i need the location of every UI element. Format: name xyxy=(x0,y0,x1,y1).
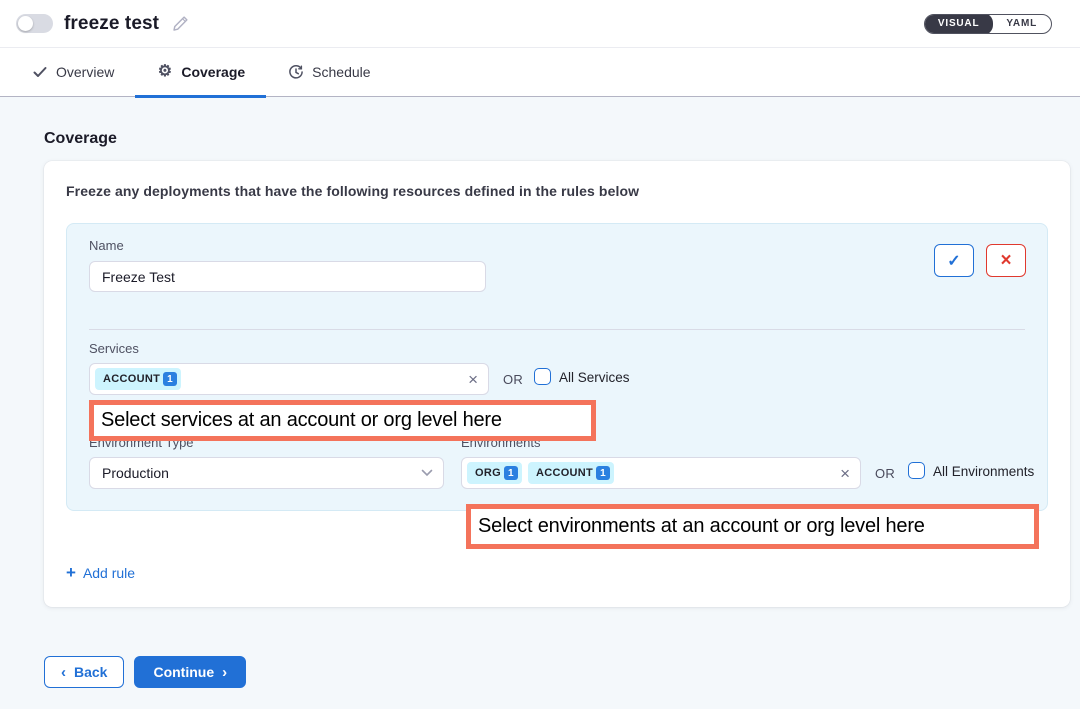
all-environments-checkbox[interactable] xyxy=(908,462,925,479)
content-area: Coverage Freeze any deployments that hav… xyxy=(0,97,1080,688)
environments-annotation: Select environments at an account or org… xyxy=(466,504,1039,549)
or-label: OR xyxy=(503,372,523,387)
env-tag-org: ORG 1 xyxy=(467,462,522,484)
env-tag-account-count-badge: 1 xyxy=(596,466,610,480)
all-services-label[interactable]: All Services xyxy=(559,370,630,385)
freeze-enable-toggle[interactable] xyxy=(16,14,53,33)
services-label: Services xyxy=(89,341,139,356)
tab-overview-label: Overview xyxy=(56,64,114,80)
env-tag-org-count-badge: 1 xyxy=(504,466,518,480)
tab-schedule[interactable]: Schedule xyxy=(266,48,391,97)
clear-services-icon[interactable]: × xyxy=(468,371,478,388)
or-label: OR xyxy=(875,466,895,481)
yaml-toggle-button[interactable]: YAML xyxy=(992,14,1051,34)
env-tag-account-text: ACCOUNT xyxy=(536,467,593,479)
gear-icon: ⚙ xyxy=(156,64,173,81)
rule-card: Name ✓ × Services ACCOUNT 1 × OR xyxy=(66,223,1048,511)
add-rule-label: Add rule xyxy=(83,565,135,581)
rule-name-input[interactable] xyxy=(90,269,485,285)
tab-bar: Overview ⚙ Coverage Schedule xyxy=(0,48,1080,97)
card-description: Freeze any deployments that have the fol… xyxy=(66,183,1048,199)
view-mode-toggle: VISUAL YAML xyxy=(924,14,1052,34)
schedule-clock-icon xyxy=(287,64,304,81)
service-tag-text: ACCOUNT xyxy=(103,373,160,385)
section-heading: Coverage xyxy=(44,130,1080,148)
delete-rule-button[interactable]: × xyxy=(986,244,1026,277)
env-tag-org-text: ORG xyxy=(475,467,501,479)
tab-coverage[interactable]: ⚙ Coverage xyxy=(135,48,266,97)
environment-type-value: Production xyxy=(90,465,181,481)
all-services-checkbox[interactable] xyxy=(534,368,551,385)
visual-toggle-button[interactable]: VISUAL xyxy=(924,14,993,34)
environment-type-select[interactable]: Production xyxy=(89,457,444,489)
continue-button[interactable]: Continue › xyxy=(134,656,246,688)
confirm-rule-button[interactable]: ✓ xyxy=(934,244,974,277)
edit-title-button[interactable] xyxy=(171,14,190,33)
rule-divider xyxy=(89,329,1025,330)
chevron-left-icon: ‹ xyxy=(61,665,66,680)
services-input[interactable]: ACCOUNT 1 × xyxy=(89,363,489,395)
back-button-label: Back xyxy=(74,664,107,680)
header: freeze test VISUAL YAML xyxy=(0,0,1080,48)
chevron-right-icon: › xyxy=(222,665,227,680)
clear-environments-icon[interactable]: × xyxy=(840,465,850,482)
service-tag-count-badge: 1 xyxy=(163,372,177,386)
close-icon: × xyxy=(1000,250,1011,272)
add-rule-button[interactable]: + Add rule xyxy=(66,564,135,581)
pencil-icon xyxy=(171,14,190,33)
tab-coverage-label: Coverage xyxy=(181,64,245,80)
page-title: freeze test xyxy=(64,13,159,35)
footer-actions: ‹ Back Continue › xyxy=(44,656,1080,688)
rule-name-field xyxy=(89,261,486,292)
service-tag-account: ACCOUNT 1 xyxy=(95,368,181,390)
env-tag-account: ACCOUNT 1 xyxy=(528,462,614,484)
check-icon xyxy=(31,64,48,81)
back-button[interactable]: ‹ Back xyxy=(44,656,124,688)
coverage-card: Freeze any deployments that have the fol… xyxy=(44,161,1070,607)
services-annotation: Select services at an account or org lev… xyxy=(89,400,596,441)
tab-overview[interactable]: Overview xyxy=(10,48,135,97)
name-label: Name xyxy=(89,238,124,253)
toggle-knob xyxy=(18,16,33,31)
chevron-down-icon xyxy=(421,469,433,477)
plus-icon: + xyxy=(66,564,76,581)
environments-input[interactable]: ORG 1 ACCOUNT 1 × xyxy=(461,457,861,489)
tab-schedule-label: Schedule xyxy=(312,64,370,80)
all-environments-label[interactable]: All Environments xyxy=(933,464,1034,479)
check-icon: ✓ xyxy=(947,251,960,271)
continue-button-label: Continue xyxy=(153,664,214,680)
